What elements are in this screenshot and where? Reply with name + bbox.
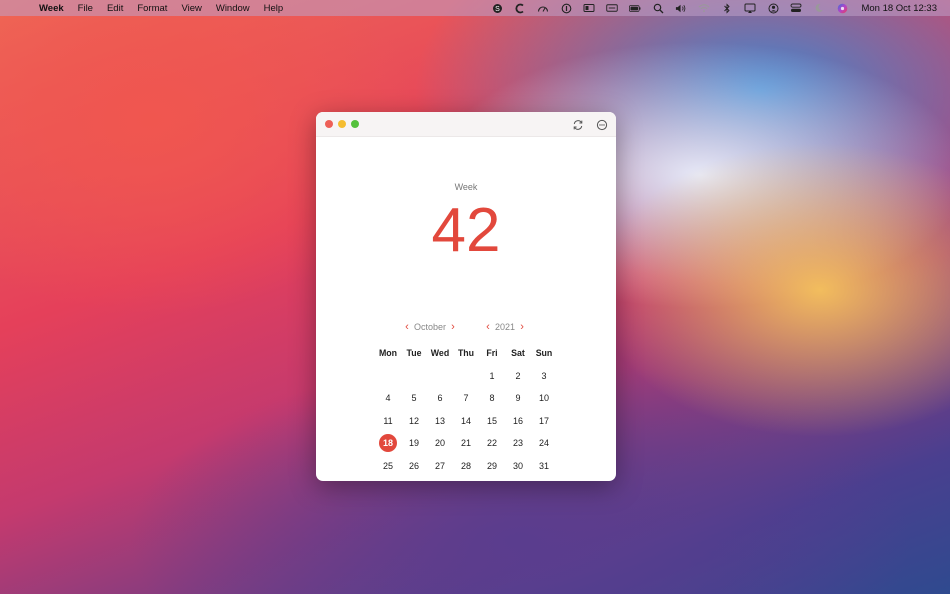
refresh-icon[interactable] xyxy=(572,118,584,130)
calendar-day[interactable]: 25 xyxy=(375,455,401,477)
menu-format[interactable]: Format xyxy=(137,3,167,14)
status-area: S Mon 18 Oct 12:33 xyxy=(491,0,937,16)
menu-file[interactable]: File xyxy=(78,3,93,14)
calendar-day[interactable]: 22 xyxy=(479,432,505,454)
menu-edit[interactable]: Edit xyxy=(107,3,123,14)
user-icon[interactable] xyxy=(767,2,779,14)
calendar-day xyxy=(453,365,479,387)
keyboard-icon[interactable] xyxy=(606,2,619,14)
do-not-disturb-icon[interactable] xyxy=(813,2,825,14)
menu-window[interactable]: Window xyxy=(216,3,250,14)
weekday-header-row: Mon Tue Wed Thu Fri Sat Sun xyxy=(375,342,557,364)
calendar-day[interactable]: 10 xyxy=(531,387,557,409)
calendar-day[interactable]: 4 xyxy=(375,387,401,409)
calendar-day-today[interactable]: 18 xyxy=(375,432,401,454)
calendar-week-row: 18 19 20 21 22 23 24 xyxy=(375,432,557,454)
calendar-day[interactable]: 29 xyxy=(479,455,505,477)
weekday-header: Wed xyxy=(430,348,450,358)
weekday-header: Tue xyxy=(406,348,422,358)
more-options-icon[interactable] xyxy=(596,118,608,131)
calendar-day[interactable]: 5 xyxy=(401,387,427,409)
next-month-chevron-icon[interactable]: › xyxy=(447,321,459,333)
calendar-day[interactable]: 20 xyxy=(427,432,453,454)
minimize-window-button[interactable] xyxy=(338,120,346,128)
calendar-day[interactable]: 1 xyxy=(479,365,505,387)
calendar-day[interactable]: 15 xyxy=(479,410,505,432)
bluetooth-icon[interactable] xyxy=(721,2,733,14)
calendar-day[interactable]: 9 xyxy=(505,387,531,409)
calendar-day[interactable]: 17 xyxy=(531,410,557,432)
calendar-day[interactable]: 27 xyxy=(427,455,453,477)
zoom-window-button[interactable] xyxy=(351,120,359,128)
menu-app-name[interactable]: Week xyxy=(39,3,64,14)
week-label: Week xyxy=(454,182,478,192)
calendar-day xyxy=(427,365,453,387)
search-icon[interactable] xyxy=(652,2,664,14)
skype-icon[interactable]: S xyxy=(491,2,503,14)
calendar-week-row: 25 26 27 28 29 30 31 xyxy=(375,455,557,477)
month-label: October xyxy=(414,322,447,332)
display-icon[interactable] xyxy=(583,2,595,14)
onepassword-icon[interactable] xyxy=(560,2,572,14)
month-selector: ‹ October › xyxy=(401,320,459,334)
calendar-day[interactable]: 14 xyxy=(453,410,479,432)
menu-bar: Week File Edit Format View Window Help S… xyxy=(0,0,950,16)
battery-icon xyxy=(629,2,641,14)
calendar-day[interactable]: 13 xyxy=(427,410,453,432)
week-number: 42 xyxy=(431,196,501,265)
calendar-day[interactable]: 6 xyxy=(427,387,453,409)
week-app-window: Week 42 ‹ October › ‹ 2021 › Mon Tue Wed… xyxy=(316,112,616,481)
siri-icon[interactable] xyxy=(836,2,848,14)
next-year-chevron-icon[interactable]: › xyxy=(516,321,528,333)
weekday-header: Sat xyxy=(511,348,525,358)
weekday-header: Thu xyxy=(457,348,475,358)
calendar-day[interactable]: 12 xyxy=(401,410,427,432)
weekday-header: Sun xyxy=(535,348,553,358)
speedometer-icon[interactable] xyxy=(537,2,549,14)
calendar-day[interactable]: 7 xyxy=(453,387,479,409)
cleanmymac-icon[interactable] xyxy=(514,2,526,14)
calendar-day[interactable]: 26 xyxy=(401,455,427,477)
weekday-header: Fri xyxy=(486,348,498,358)
year-selector: ‹ 2021 › xyxy=(482,320,528,334)
calendar-day[interactable]: 8 xyxy=(479,387,505,409)
calendar-day xyxy=(401,365,427,387)
calendar-day[interactable]: 30 xyxy=(505,455,531,477)
calendar-week-row: 11 12 13 14 15 16 17 xyxy=(375,410,557,432)
previous-year-chevron-icon[interactable]: ‹ xyxy=(482,321,494,333)
control-center-icon[interactable] xyxy=(790,2,802,14)
calendar-day[interactable]: 2 xyxy=(505,365,531,387)
calendar-day xyxy=(375,365,401,387)
calendar-day[interactable]: 24 xyxy=(531,432,557,454)
calendar-day[interactable]: 11 xyxy=(375,410,401,432)
title-bar xyxy=(316,112,616,137)
calendar-day[interactable]: 28 xyxy=(453,455,479,477)
calendar-day[interactable]: 21 xyxy=(453,432,479,454)
menubar-clock[interactable]: Mon 18 Oct 12:33 xyxy=(861,3,937,14)
calendar-week-row: 4 5 6 7 8 9 10 xyxy=(375,387,557,409)
year-label: 2021 xyxy=(495,322,516,332)
close-window-button[interactable] xyxy=(325,120,333,128)
calendar-day[interactable]: 23 xyxy=(505,432,531,454)
volume-icon[interactable] xyxy=(675,2,687,14)
wifi-icon[interactable] xyxy=(698,2,710,14)
airplay-icon[interactable] xyxy=(744,2,756,14)
calendar-day[interactable]: 19 xyxy=(401,432,427,454)
today-label: 18 xyxy=(382,438,393,448)
calendar-week-row: 1 2 3 xyxy=(375,365,557,387)
menu-view[interactable]: View xyxy=(181,3,201,14)
calendar-day[interactable]: 16 xyxy=(505,410,531,432)
menu-help[interactable]: Help xyxy=(264,3,284,14)
calendar-day[interactable]: 31 xyxy=(531,455,557,477)
weekday-header: Mon xyxy=(378,348,398,358)
previous-month-chevron-icon[interactable]: ‹ xyxy=(401,321,413,333)
svg-text:S: S xyxy=(495,6,500,13)
calendar-day[interactable]: 3 xyxy=(531,365,557,387)
